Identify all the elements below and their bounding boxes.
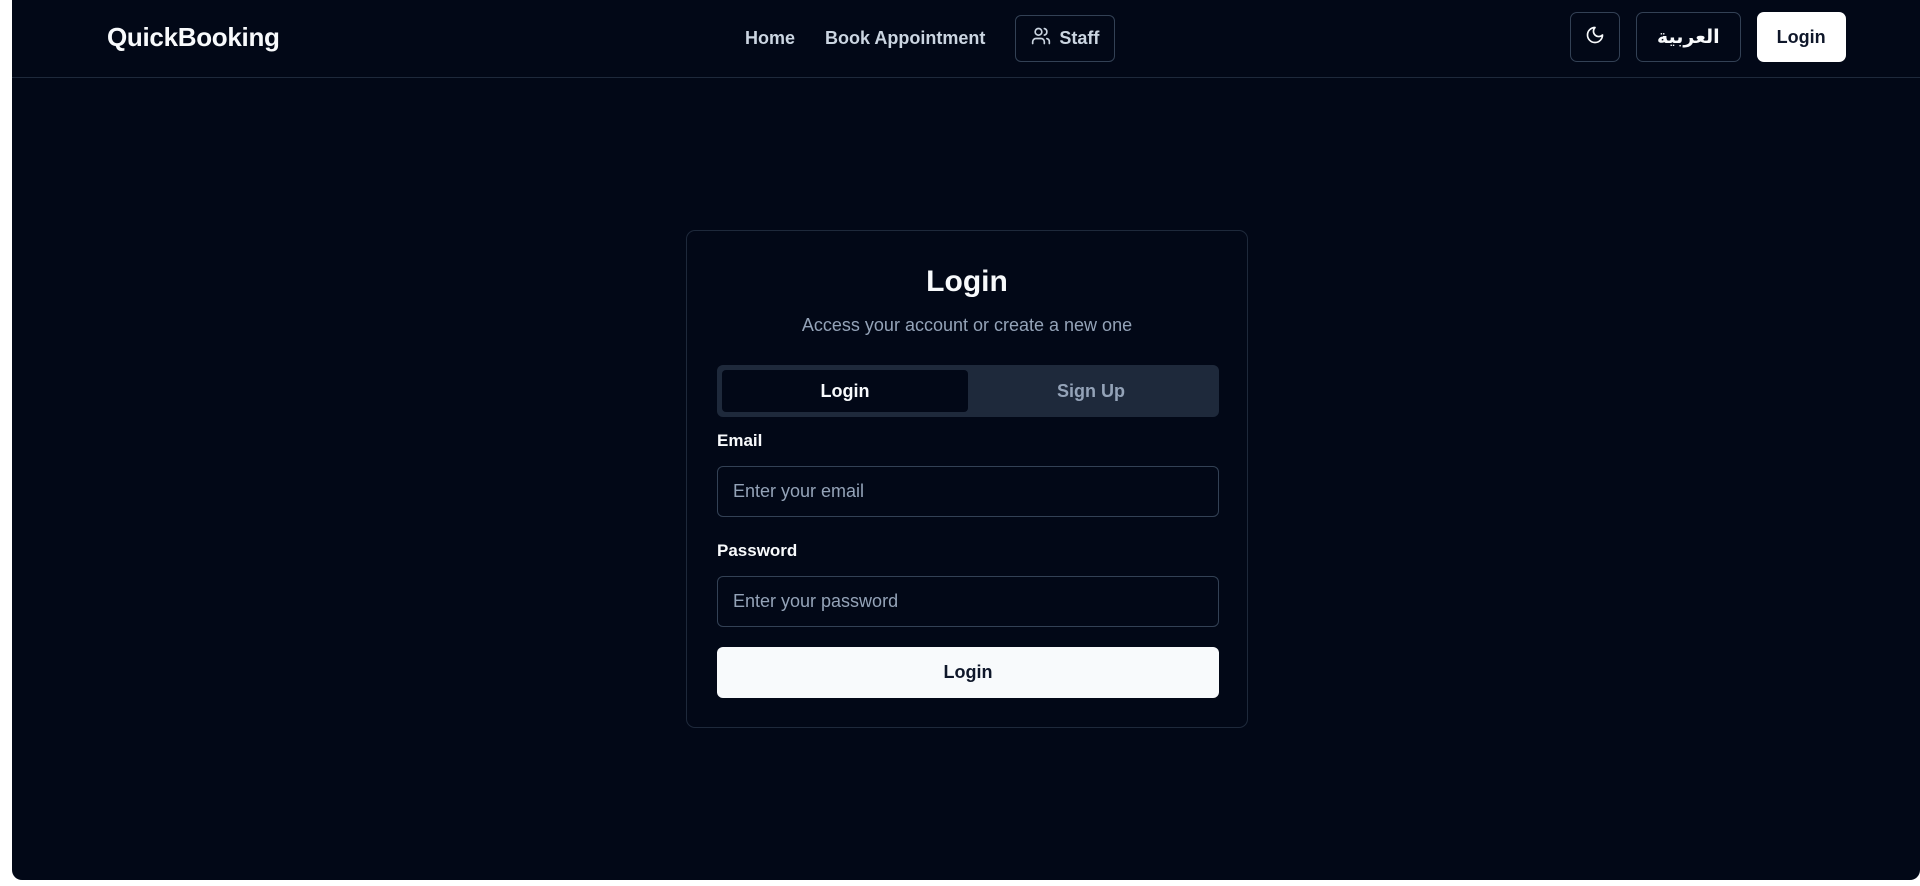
password-field[interactable] [717,576,1219,627]
header-actions: العربية Login [1570,12,1846,62]
top-navbar: QuickBooking Home Book Appointment Staff [12,0,1920,78]
users-icon [1031,26,1051,51]
login-submit-button[interactable]: Login [717,647,1219,698]
main-nav: Home Book Appointment Staff [745,15,1116,62]
card-title: Login [926,265,1008,298]
password-label: Password [717,541,798,560]
theme-toggle-button[interactable] [1570,12,1620,62]
nav-book-appointment-link[interactable]: Book Appointment [825,28,985,49]
card-subtitle: Access your account or create a new one [801,315,1133,335]
nav-home-link[interactable]: Home [745,28,795,49]
tab-login[interactable]: Login [722,370,968,412]
email-field[interactable] [717,466,1219,517]
auth-tabs: Login Sign Up [717,365,1219,417]
app-window: QuickBooking Home Book Appointment Staff [12,0,1920,880]
email-label: Email [717,431,763,450]
nav-staff-label: Staff [1059,28,1100,48]
moon-icon [1585,25,1605,50]
nav-staff-button[interactable]: Staff [1015,15,1116,62]
header-login-button[interactable]: Login [1756,12,1846,62]
language-switch-button[interactable]: العربية [1636,12,1741,62]
login-card: Login Access your account or create a ne… [686,230,1248,728]
brand-logo[interactable]: QuickBooking [107,22,280,53]
tab-sign-up[interactable]: Sign Up [968,370,1214,412]
